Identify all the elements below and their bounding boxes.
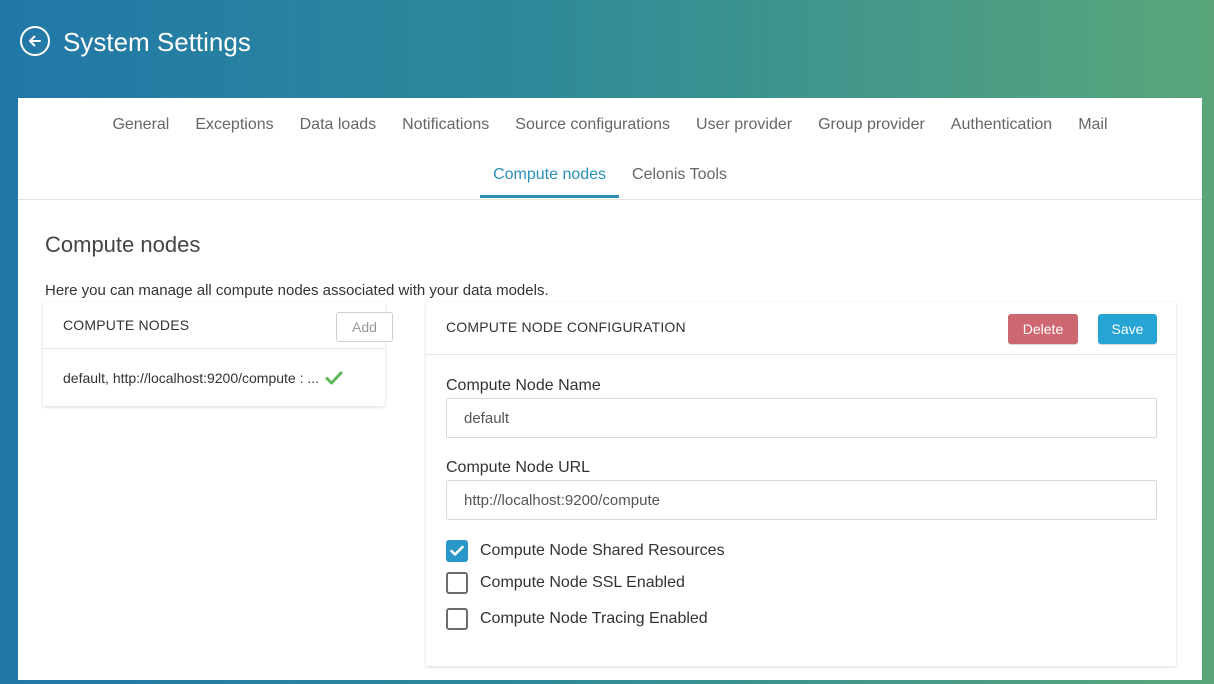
app-title: System Settings [63, 27, 251, 57]
compute-node-list-item[interactable]: default, http://localhost:9200/compute :… [63, 370, 343, 386]
top-bar: System Settings [0, 0, 1214, 98]
compute-node-item-label: default, http://localhost:9200/compute :… [63, 370, 320, 386]
settings-tabs: General Exceptions Data loads Notificati… [18, 98, 1202, 200]
config-title: COMPUTE NODE CONFIGURATION [446, 319, 686, 335]
node-name-input[interactable]: default [446, 398, 1157, 438]
check-icon [325, 371, 343, 385]
tab-notifications[interactable]: Notifications [402, 116, 489, 134]
back-button[interactable] [20, 26, 50, 56]
ssl-enabled-checkbox-row[interactable]: Compute Node SSL Enabled [446, 572, 685, 594]
tracing-enabled-checkbox[interactable] [446, 608, 468, 630]
compute-node-config-panel: COMPUTE NODE CONFIGURATION Delete Save C… [426, 302, 1176, 666]
tab-mail[interactable]: Mail [1078, 116, 1107, 134]
config-header: COMPUTE NODE CONFIGURATION Delete Save [426, 302, 1176, 355]
compute-nodes-panel: COMPUTE NODES Add default, http://localh… [43, 302, 393, 406]
shared-resources-checkbox-row[interactable]: Compute Node Shared Resources [446, 540, 725, 562]
save-button[interactable]: Save [1098, 314, 1157, 344]
app-frame: System Settings General Exceptions Data … [0, 0, 1214, 684]
compute-nodes-title: COMPUTE NODES [63, 317, 190, 333]
settings-content: General Exceptions Data loads Notificati… [18, 98, 1202, 680]
page-description: Here you can manage all compute nodes as… [45, 282, 549, 299]
node-url-label: Compute Node URL [446, 459, 591, 476]
tab-source-configurations[interactable]: Source configurations [515, 116, 670, 134]
page-title: Compute nodes [45, 232, 201, 257]
tab-user-provider[interactable]: User provider [696, 116, 792, 134]
ssl-enabled-checkbox[interactable] [446, 572, 468, 594]
tab-general[interactable]: General [112, 116, 169, 134]
ssl-enabled-label: Compute Node SSL Enabled [480, 574, 685, 591]
tab-authentication[interactable]: Authentication [951, 116, 1052, 134]
tab-group-provider[interactable]: Group provider [818, 116, 925, 134]
compute-nodes-header: COMPUTE NODES Add [43, 302, 393, 349]
tab-data-loads[interactable]: Data loads [300, 116, 377, 134]
tab-row-2: Compute nodes Celonis Tools [18, 166, 1202, 198]
tracing-enabled-checkbox-row[interactable]: Compute Node Tracing Enabled [446, 608, 708, 630]
tab-celonis-tools[interactable]: Celonis Tools [632, 166, 727, 184]
add-node-button[interactable]: Add [336, 312, 393, 342]
shared-resources-label: Compute Node Shared Resources [480, 542, 725, 559]
arrow-left-icon [29, 35, 41, 47]
delete-button[interactable]: Delete [1008, 314, 1078, 344]
tab-exceptions[interactable]: Exceptions [195, 116, 273, 134]
checkmark-icon [450, 545, 464, 556]
node-url-input[interactable]: http://localhost:9200/compute [446, 480, 1157, 520]
node-name-label: Compute Node Name [446, 377, 601, 394]
tracing-enabled-label: Compute Node Tracing Enabled [480, 610, 708, 627]
tab-row-1: General Exceptions Data loads Notificati… [18, 116, 1202, 134]
shared-resources-checkbox[interactable] [446, 540, 468, 562]
tab-compute-nodes[interactable]: Compute nodes [480, 166, 620, 198]
